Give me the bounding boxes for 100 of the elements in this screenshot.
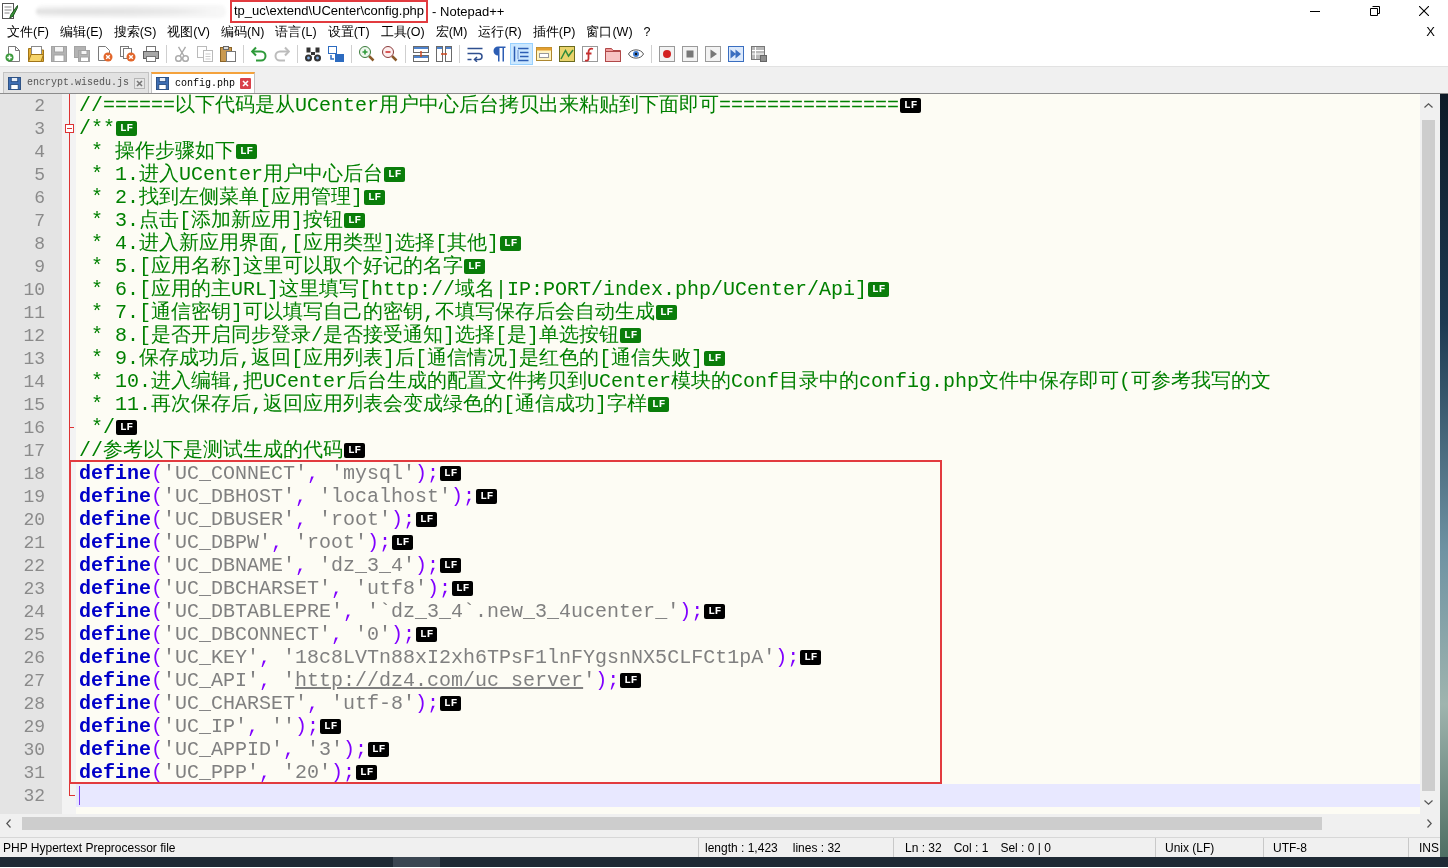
file-tab[interactable]: config.php bbox=[151, 72, 256, 93]
selection-info: Sel : 0 | 0 bbox=[1000, 840, 1051, 855]
line-number: 29 bbox=[23, 716, 45, 737]
menu-item[interactable]: 文件(F) bbox=[3, 23, 53, 41]
indent-guide-button[interactable] bbox=[509, 43, 533, 65]
menu-item[interactable]: 窗口(W) bbox=[582, 23, 637, 41]
code-line: * 10.进入编辑,把UCenter后台生成的配置文件拷贝到UCenter模块的Conf目录中的config.php文件中保存即可(可参考我写的文 bbox=[90, 370, 1272, 393]
line-end-marker: LF bbox=[344, 443, 366, 458]
save-icon bbox=[8, 76, 21, 90]
close-icon[interactable] bbox=[134, 77, 146, 89]
menu-item[interactable]: 插件(P) bbox=[528, 23, 580, 41]
code-line: define('UC_APPID', '3'); bbox=[79, 738, 368, 761]
line-end-marker: LF bbox=[368, 742, 390, 757]
code-line: * 4.进入新应用界面,[应用类型]选择[其他] bbox=[90, 232, 500, 255]
menu-item[interactable]: 编辑(E) bbox=[55, 23, 107, 41]
line-number: 10 bbox=[23, 279, 45, 300]
menu-item[interactable]: 宏(M) bbox=[431, 23, 472, 41]
scrollbar-thumb[interactable] bbox=[1422, 120, 1435, 791]
line-number: 8 bbox=[34, 233, 45, 254]
line-end-marker: LF bbox=[648, 397, 670, 412]
play-icon bbox=[705, 46, 721, 62]
zoom-out-icon bbox=[382, 46, 398, 62]
zoom-in-icon bbox=[359, 46, 375, 62]
line-end-marker: LF bbox=[868, 282, 890, 297]
file-tab[interactable]: encrypt.wisedu.js bbox=[3, 72, 150, 93]
line-end-marker: LF bbox=[452, 581, 474, 596]
window-icon bbox=[536, 46, 552, 62]
line-number: 21 bbox=[23, 532, 45, 553]
scroll-up-icon[interactable] bbox=[1424, 103, 1433, 108]
code-line: define('UC_DBUSER', 'root'); bbox=[79, 508, 416, 531]
line-number: 30 bbox=[23, 739, 45, 760]
code-line: define('UC_CHARSET', 'utf-8'); bbox=[79, 692, 440, 715]
line-number: 6 bbox=[34, 187, 45, 208]
line-end-marker: LF bbox=[440, 696, 462, 711]
code-line: define('UC_DBCHARSET', 'utf8'); bbox=[79, 577, 452, 600]
scroll-down-icon[interactable] bbox=[1424, 800, 1433, 805]
code-line: define('UC_KEY', '18c8LVTn88xI2xh6TPsF1lnFYgsnNX5CLFCt1pA'); bbox=[79, 646, 800, 669]
code-line: * 7.[通信密钥]可以填写自己的密钥,不填写保存后会自动生成 bbox=[90, 301, 655, 324]
code-line: define('UC_DBNAME', 'dz_3_4'); bbox=[79, 554, 440, 577]
line-number: 18 bbox=[23, 463, 45, 484]
minimize-icon bbox=[1310, 10, 1320, 12]
clipboard-icon bbox=[220, 46, 236, 62]
line-end-marker: LF bbox=[704, 604, 726, 619]
code-line: * 1.进入UCenter用户中心后台 bbox=[90, 163, 384, 186]
code-line: * 6.[应用的主URL]这里填写[http://域名|IP:PORT/index.php/UCenter/Api] bbox=[90, 278, 868, 301]
grid-icon bbox=[751, 46, 767, 62]
menu-item[interactable]: 视图(V) bbox=[163, 23, 214, 41]
menu-item[interactable]: 运行(R) bbox=[474, 23, 526, 41]
code-line: * 9.保存成功后,返回[应用列表]后[通信情况]是红色的[通信失败] bbox=[90, 347, 704, 370]
menu-item[interactable]: 工具(O) bbox=[376, 23, 429, 41]
line-number: 23 bbox=[23, 578, 45, 599]
line-number: 3 bbox=[34, 118, 45, 139]
stop-icon bbox=[682, 46, 698, 62]
close-icon[interactable] bbox=[240, 78, 252, 89]
printer-icon bbox=[143, 46, 159, 62]
line-number: 4 bbox=[34, 141, 45, 162]
line-end-marker: LF bbox=[440, 466, 462, 481]
close-document-button[interactable]: X bbox=[1422, 24, 1439, 40]
collapse-icon[interactable] bbox=[65, 124, 74, 133]
line-number: 24 bbox=[23, 601, 45, 622]
close-all-icon bbox=[120, 46, 136, 62]
insert-mode-label: INS bbox=[1419, 840, 1439, 855]
vertical-scrollbar[interactable] bbox=[1420, 94, 1437, 814]
menu-item[interactable]: 搜索(S) bbox=[109, 23, 161, 41]
menu-item[interactable]: 设置(T) bbox=[323, 23, 374, 41]
line-end-marker: LF bbox=[116, 121, 138, 136]
line-end-marker: LF bbox=[344, 213, 366, 228]
code-link[interactable]: http://dz4.com/uc_server bbox=[295, 669, 584, 692]
side-by-side-windows-icon bbox=[436, 46, 452, 62]
scroll-right-icon[interactable] bbox=[1427, 818, 1432, 828]
line-end-marker: LF bbox=[900, 98, 922, 113]
line-end-marker: LF bbox=[476, 489, 498, 504]
binoculars-icon bbox=[305, 46, 321, 62]
indent-guide-icon bbox=[513, 46, 529, 62]
code-line: * 5.[应用名称]这里可以取个好记的名字 bbox=[90, 255, 463, 278]
scrollbar-thumb[interactable] bbox=[22, 816, 1322, 830]
code-line: */ bbox=[90, 416, 115, 439]
scroll-left-icon[interactable] bbox=[6, 818, 11, 828]
line-number: 22 bbox=[23, 555, 45, 576]
code-line: //参考以下是测试生成的代码 bbox=[79, 439, 343, 462]
code-line: define('UC_CONNECT', 'mysql'); bbox=[79, 462, 440, 485]
horizontal-scrollbar[interactable] bbox=[0, 814, 1440, 832]
line-number: 15 bbox=[23, 394, 45, 415]
word-wrap-icon bbox=[467, 46, 483, 62]
line-end-marker: LF bbox=[440, 558, 462, 573]
line-number: 11 bbox=[23, 302, 45, 323]
copy-icon bbox=[197, 46, 213, 62]
line-end-marker: LF bbox=[392, 535, 414, 550]
menu-item[interactable]: 编码(N) bbox=[217, 23, 269, 41]
record-icon bbox=[659, 46, 675, 62]
menu-item[interactable]: 语言(L) bbox=[271, 23, 321, 41]
code-line: * 2.找到左侧菜单[应用管理] bbox=[90, 186, 363, 209]
new-file-icon bbox=[5, 46, 21, 62]
line-number: 16 bbox=[23, 417, 45, 438]
line-number: 25 bbox=[23, 624, 45, 645]
line-number: 32 bbox=[23, 785, 45, 806]
menu-item[interactable]: ? bbox=[639, 23, 655, 41]
line-end-marker: LF bbox=[800, 650, 822, 665]
line-end-marker: LF bbox=[656, 305, 678, 320]
code-line: define('UC_DBPW', 'root'); bbox=[79, 531, 392, 554]
